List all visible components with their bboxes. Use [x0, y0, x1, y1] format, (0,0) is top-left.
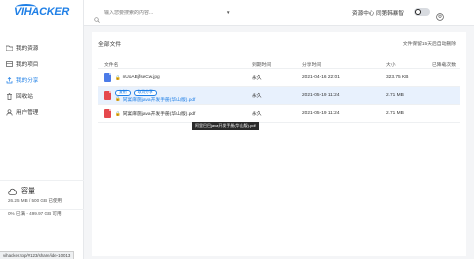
search-input[interactable]	[104, 9, 224, 16]
status-bar-url: vihacker.top/#123/share/ide-10013	[0, 251, 75, 259]
quota-used-text: 26.25 MB / 500 GB 已使用	[8, 198, 63, 203]
toggle-knob	[415, 9, 421, 15]
file-cell: 复制 取消分享 🔒 同宴麻施java开发手册(华山版).pdf	[98, 89, 252, 103]
file-name-line: 🔒 同宴麻施java开发手册(华山版).pdf	[115, 96, 195, 103]
lock-icon: 🔒	[115, 96, 121, 101]
file-name-block: 🔒 nUoABjfseCw.jpg	[115, 75, 160, 81]
table-row[interactable]: 🔒 同宴麻施java开发手册(华山版).pdf 永久 2021-05-19 11…	[98, 105, 460, 123]
file-cell: 🔒 nUoABjfseCw.jpg	[98, 73, 252, 82]
table-row[interactable]: 🔒 nUoABjfseCw.jpg 永久 2021-04-16 22:01 32…	[98, 69, 460, 87]
file-name[interactable]: 同宴麻施java开发手册(华山版).pdf	[123, 110, 196, 117]
sidebar-item-shares[interactable]: 我的分享	[0, 72, 84, 88]
expire-cell: 永久	[252, 76, 262, 81]
size-cell: 323.75 KB	[386, 75, 409, 80]
app-window: VIHACKER 我的资源 我的项目 我的分享 回收站 用户管理 容量 26.2…	[0, 0, 474, 259]
filename-tooltip: 阿里巴巴java开发手册(华山版).pdf	[192, 122, 259, 130]
file-name[interactable]: 同宴麻施java开发手册(华山版).pdf	[123, 96, 196, 103]
lock-icon: 🔒	[115, 110, 121, 116]
shared-time-cell: 2021-04-16 22:01	[302, 75, 340, 80]
table-row[interactable]: 复制 取消分享 🔒 同宴麻施java开发手册(华山版).pdf 永久 2021-…	[98, 87, 460, 105]
sidebar-nav: 我的资源 我的项目 我的分享 回收站 用户管理	[0, 40, 84, 120]
page-title: 全部文件	[98, 42, 122, 48]
sidebar-item-label: 我的项目	[16, 62, 39, 68]
shared-files-table: 文件名 到期时间 分享时间 大小 已降载次数 🔒 nUoABjfseCw.jpg	[98, 60, 460, 123]
column-header-downloads[interactable]: 已降载次数	[432, 61, 460, 68]
pdf-file-icon	[104, 91, 111, 100]
top-header: ▼ 资源中心 同第韩暴智	[84, 0, 474, 26]
column-header-size[interactable]: 大小	[386, 61, 432, 68]
quota-free-text: 0% 已满 - 499.97 GB 可用	[8, 211, 62, 216]
resource-center-link[interactable]: 资源中心	[352, 9, 374, 17]
main-content: 全部文件 文件保留15天后自动删除 文件名 到期时间 分享时间 大小 已降载次数	[84, 26, 474, 259]
trash-icon	[6, 92, 13, 100]
expire-cell: 永久	[252, 112, 262, 117]
search-icon	[94, 10, 100, 23]
sidebar-item-label: 我的资源	[16, 46, 39, 52]
sidebar-item-label: 回收站	[16, 94, 33, 100]
file-name-line: 🔒 nUoABjfseCw.jpg	[115, 75, 160, 81]
file-name-line: 🔒 同宴麻施java开发手册(华山版).pdf	[115, 110, 196, 118]
sidebar-item-trash[interactable]: 回收站	[0, 88, 84, 104]
retention-hint: 文件保留15天后自动删除	[402, 42, 456, 47]
sidebar: VIHACKER 我的资源 我的项目 我的分享 回收站 用户管理 容量 26.2…	[0, 0, 84, 259]
user-icon[interactable]	[436, 8, 444, 21]
users-icon	[6, 108, 13, 116]
shared-time-cell: 2021-05-19 11:24	[302, 93, 340, 98]
file-name-block: 复制 取消分享 🔒 同宴麻施java开发手册(华山版).pdf	[115, 89, 195, 103]
size-cell: 2.71 MB	[386, 93, 404, 98]
share-icon	[6, 76, 13, 84]
sidebar-item-label: 我的分享	[16, 78, 39, 84]
file-name[interactable]: nUoABjfseCw.jpg	[123, 75, 160, 80]
storage-quota: 容量 26.25 MB / 500 GB 已使用 0% 已满 - 499.97 …	[0, 180, 84, 218]
size-cell: 2.71 MB	[386, 111, 404, 116]
folder-icon	[6, 45, 13, 52]
file-cell: 🔒 同宴麻施java开发手册(华山版).pdf	[98, 109, 252, 118]
column-header-shared[interactable]: 分享时间	[302, 61, 386, 68]
chevron-down-icon[interactable]: ▼	[226, 10, 230, 15]
sidebar-item-label: 用户管理	[16, 110, 39, 116]
project-icon	[6, 61, 13, 68]
pdf-file-icon	[104, 109, 111, 118]
expire-cell: 永久	[252, 94, 262, 99]
lock-icon: 🔒	[115, 74, 121, 80]
logo[interactable]: VIHACKER	[14, 4, 70, 24]
quota-title: 容量	[0, 185, 84, 197]
quota-title-label: 容量	[21, 188, 35, 195]
user-name-link[interactable]: 同第韩暴智	[376, 9, 404, 17]
search-box[interactable]: ▼	[94, 8, 244, 23]
sidebar-item-projects[interactable]: 我的项目	[0, 56, 84, 72]
sidebar-item-users[interactable]: 用户管理	[0, 104, 84, 120]
table-header: 文件名 到期时间 分享时间 大小 已降载次数	[98, 60, 460, 69]
file-name-block: 🔒 同宴麻施java开发手册(华山版).pdf	[115, 110, 196, 118]
image-file-icon	[104, 73, 111, 82]
shared-time-cell: 2021-05-19 11:24	[302, 111, 340, 116]
sidebar-item-resources[interactable]: 我的资源	[0, 40, 84, 56]
logo-text: VIHACKER	[14, 6, 70, 18]
theme-toggle[interactable]	[414, 8, 430, 16]
cloud-icon	[8, 188, 17, 195]
column-header-name[interactable]: 文件名	[98, 61, 252, 68]
files-card: 全部文件 文件保留15天后自动删除 文件名 到期时间 分享时间 大小 已降载次数	[92, 32, 466, 256]
column-header-expire[interactable]: 到期时间	[252, 61, 302, 68]
